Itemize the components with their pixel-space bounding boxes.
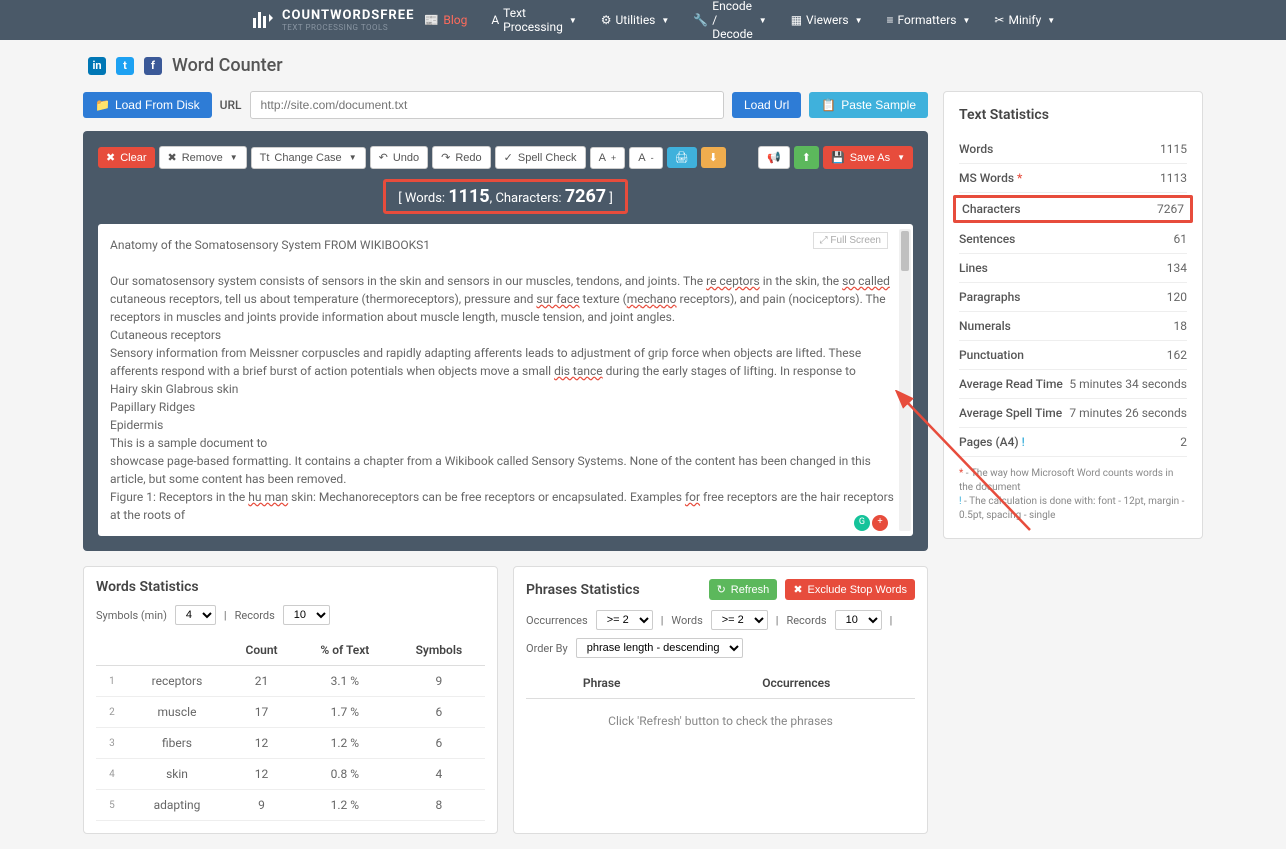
chevron-down-icon: ▼ [897, 153, 905, 162]
text-editor[interactable]: ⤢ Full Screen Anatomy of the Somatosenso… [98, 224, 913, 536]
logo-icon [250, 8, 274, 32]
url-input[interactable] [250, 91, 724, 119]
chevron-down-icon: ▼ [569, 16, 577, 25]
brand-logo[interactable]: COUNTWORDSFREE TEXT PROCESSING TOOLS [250, 8, 414, 32]
counter-box: [ Words: 1115, Characters: 7267 ] [383, 179, 628, 214]
url-bar: 📁 Load From Disk URL Load Url 📋 Paste Sa… [83, 91, 928, 119]
load-from-disk-button[interactable]: 📁 Load From Disk [83, 92, 212, 118]
change-case-button[interactable]: Tt Change Case ▼ [251, 147, 366, 169]
chevron-down-icon: ▼ [855, 16, 863, 25]
words-stats-title: Words Statistics [96, 579, 485, 595]
phrase-words-select[interactable]: >= 2 [711, 610, 768, 630]
occurrences-select[interactable]: >= 2 [596, 610, 653, 630]
symbols-min-select[interactable]: 4 [175, 605, 216, 625]
twitter-icon[interactable]: t [116, 57, 134, 75]
nav-text-processing[interactable]: A Text Processing ▼ [481, 0, 586, 47]
phrases-placeholder: Click 'Refresh' button to check the phra… [526, 699, 915, 743]
undo-button[interactable]: ↶ Undo [370, 146, 429, 169]
word-count: 1115 [448, 186, 489, 207]
phrases-stats-table: Phrase Occurrences [526, 668, 915, 699]
stat-row: Lines134 [959, 254, 1187, 283]
nav-formatters[interactable]: ≡ Formatters ▼ [877, 0, 981, 47]
main-nav: 📰 Blog A Text Processing ▼ ⚙ Utilities ▼… [414, 0, 1065, 47]
stat-row: Average Read Time5 minutes 34 seconds [959, 370, 1187, 399]
chevron-down-icon: ▼ [349, 153, 357, 162]
error-badge[interactable]: + [872, 515, 888, 531]
table-row: 3fibers121.2 %6 [96, 728, 485, 759]
nav-utilities[interactable]: ⚙ Utilities ▼ [591, 0, 680, 47]
records-select[interactable]: 10 [283, 605, 330, 625]
save-as-button[interactable]: 💾 Save As ▼ [823, 146, 913, 169]
load-url-button[interactable]: Load Url [732, 92, 801, 118]
text-statistics-panel: Text Statistics Words1115MS Words *1113C… [943, 91, 1203, 539]
editor-panel: ✖ Clear ✖ Remove ▼ Tt Change Case ▼ ↶ Un… [83, 131, 928, 551]
stat-row: Paragraphs120 [959, 283, 1187, 312]
table-row: 1receptors213.1 %9 [96, 666, 485, 697]
grammarly-badges: G + [854, 515, 888, 531]
upload-button[interactable]: ⬆ [794, 146, 819, 169]
exclude-stop-words-button[interactable]: ✖ Exclude Stop Words [785, 579, 915, 600]
print-button[interactable]: 🖨 [667, 147, 697, 168]
top-navbar: COUNTWORDSFREE TEXT PROCESSING TOOLS 📰 B… [0, 0, 1286, 40]
words-stats-controls: Symbols (min) 4 | Records 10 [96, 605, 485, 625]
stat-row: Numerals18 [959, 312, 1187, 341]
chevron-down-icon: ▼ [1047, 16, 1055, 25]
order-by-select[interactable]: phrase length - descending [576, 638, 743, 658]
stat-row: MS Words *1113 [959, 164, 1187, 193]
facebook-icon[interactable]: f [144, 57, 162, 75]
phrases-statistics-panel: Phrases Statistics ↻ Refresh ✖ Exclude S… [513, 566, 928, 834]
editor-content: Anatomy of the Somatosensory System FROM… [110, 236, 900, 524]
nav-minify[interactable]: ✂ Minify ▼ [984, 0, 1065, 47]
stat-row: Words1115 [959, 135, 1187, 164]
paste-sample-button[interactable]: 📋 Paste Sample [809, 92, 928, 118]
phrase-records-select[interactable]: 10 [835, 610, 882, 630]
chevron-down-icon: ▼ [962, 16, 970, 25]
nav-encode-decode[interactable]: 🔧 Encode / Decode ▼ [683, 0, 776, 47]
page-header: in t f Word Counter [83, 55, 1203, 76]
chevron-down-icon: ▼ [759, 16, 767, 25]
page-title: Word Counter [172, 55, 283, 76]
linkedin-icon[interactable]: in [88, 57, 106, 75]
stat-row: Sentences61 [959, 225, 1187, 254]
char-count: 7267 [565, 186, 606, 207]
chevron-down-icon: ▼ [661, 16, 669, 25]
chevron-down-icon: ▼ [230, 153, 238, 162]
table-row: 2muscle171.7 %6 [96, 697, 485, 728]
grammarly-icon[interactable]: G [854, 515, 870, 531]
refresh-button[interactable]: ↻ Refresh [709, 579, 778, 600]
download-button[interactable]: ⬇ [701, 147, 726, 168]
font-decrease-button[interactable]: A- [629, 147, 662, 169]
brand-tagline: TEXT PROCESSING TOOLS [282, 23, 414, 32]
stat-row: Pages (A4) !2 [959, 428, 1187, 457]
phrases-stats-controls: Occurrences >= 2 | Words >= 2 | Records … [526, 610, 915, 658]
stat-row: Average Spell Time7 minutes 26 seconds [959, 399, 1187, 428]
editor-toolbar: ✖ Clear ✖ Remove ▼ Tt Change Case ▼ ↶ Un… [98, 146, 913, 169]
editor-scrollbar[interactable] [899, 229, 911, 531]
words-statistics-panel: Words Statistics Symbols (min) 4 | Recor… [83, 566, 498, 834]
scroll-thumb[interactable] [901, 231, 909, 271]
fullscreen-button[interactable]: ⤢ Full Screen [813, 232, 888, 249]
footnote: * - The way how Microsoft Word counts wo… [959, 467, 1187, 523]
spell-check-button[interactable]: ✓ Spell Check [495, 146, 586, 169]
stat-row: Punctuation162 [959, 341, 1187, 370]
nav-blog[interactable]: 📰 Blog [414, 0, 477, 47]
table-row: 4skin120.8 %4 [96, 759, 485, 790]
nav-viewers[interactable]: ▦ Viewers ▼ [781, 0, 873, 47]
redo-button[interactable]: ↷ Redo [432, 146, 491, 169]
counter-bar: [ Words: 1115, Characters: 7267 ] [98, 179, 913, 214]
url-label: URL [220, 98, 242, 112]
words-stats-table: Count % of Text Symbols 1receptors213.1 … [96, 635, 485, 821]
stat-row: Characters7267 [953, 195, 1193, 223]
table-row: 5adapting91.2 %8 [96, 790, 485, 821]
remove-button[interactable]: ✖ Remove ▼ [159, 146, 247, 169]
clear-button[interactable]: ✖ Clear [98, 147, 155, 168]
brand-name: COUNTWORDSFREE [282, 8, 414, 23]
phrases-stats-title: Phrases Statistics [526, 582, 701, 598]
text-stats-title: Text Statistics [959, 107, 1187, 123]
font-increase-button[interactable]: A+ [590, 147, 626, 169]
announce-button[interactable]: 📢 [758, 146, 790, 169]
